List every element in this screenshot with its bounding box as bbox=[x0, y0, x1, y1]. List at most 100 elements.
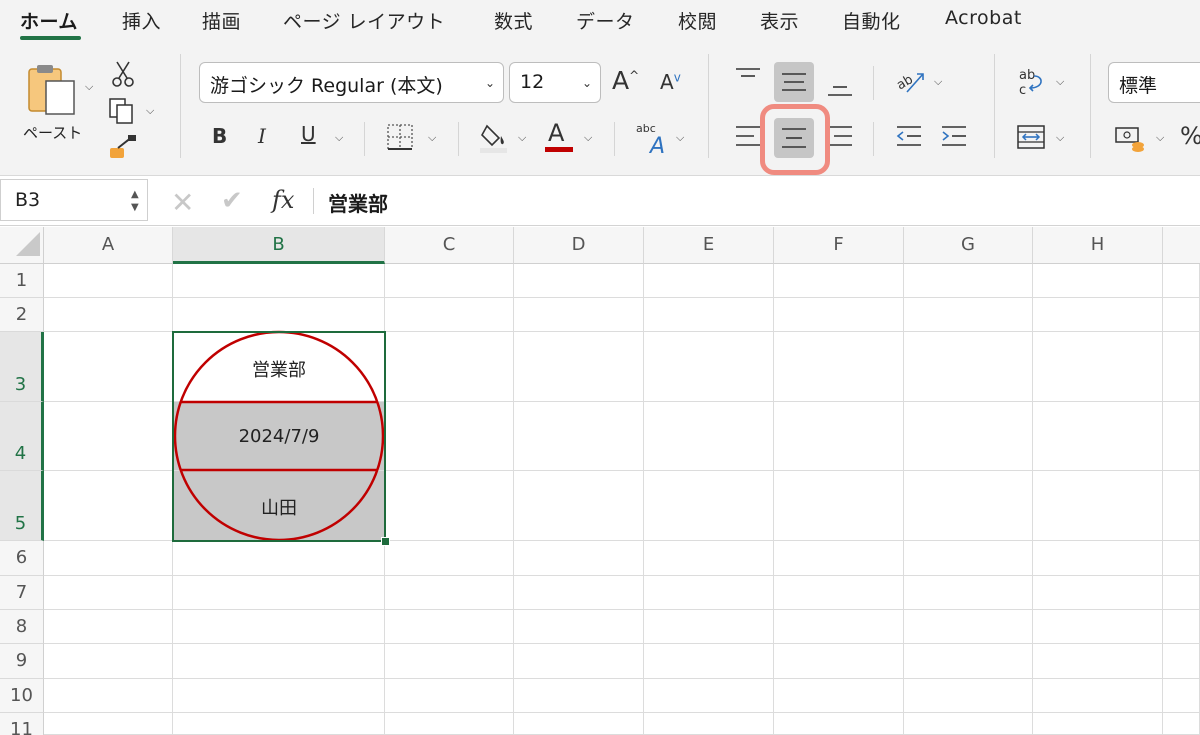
cell[interactable] bbox=[173, 679, 385, 713]
cell[interactable] bbox=[1033, 679, 1163, 713]
cell[interactable] bbox=[1033, 332, 1163, 402]
copy-chevron-down-icon[interactable]: ⌵ bbox=[146, 104, 154, 118]
row-header-6[interactable]: 6 bbox=[0, 541, 44, 576]
cell[interactable] bbox=[514, 298, 644, 332]
cell[interactable] bbox=[1163, 541, 1200, 576]
cell[interactable] bbox=[644, 679, 774, 713]
fill-color-icon[interactable] bbox=[479, 120, 509, 154]
column-header-i[interactable] bbox=[1163, 227, 1200, 264]
accounting-chevron-down-icon[interactable]: ⌵ bbox=[1156, 131, 1164, 145]
cell[interactable] bbox=[1163, 332, 1200, 402]
column-header-d[interactable]: D bbox=[514, 227, 644, 264]
merge-chevron-down-icon[interactable]: ⌵ bbox=[1056, 131, 1064, 145]
cell[interactable] bbox=[904, 541, 1033, 576]
cell[interactable] bbox=[44, 264, 173, 298]
column-header-a[interactable]: A bbox=[44, 227, 173, 264]
cell[interactable] bbox=[774, 644, 904, 679]
row-header-10[interactable]: 10 bbox=[0, 679, 44, 713]
cell[interactable] bbox=[644, 471, 774, 541]
cell[interactable] bbox=[514, 713, 644, 735]
cell[interactable] bbox=[44, 576, 173, 610]
cell[interactable] bbox=[774, 576, 904, 610]
cell[interactable] bbox=[1033, 298, 1163, 332]
align-top-icon[interactable] bbox=[734, 66, 762, 96]
tab-data[interactable]: データ bbox=[576, 7, 635, 34]
column-header-f[interactable]: F bbox=[774, 227, 904, 264]
cell[interactable] bbox=[514, 644, 644, 679]
cell[interactable] bbox=[904, 713, 1033, 735]
tab-automate[interactable]: 自動化 bbox=[842, 7, 901, 34]
paste-chevron-down-icon[interactable]: ⌵ bbox=[85, 80, 93, 94]
cell[interactable] bbox=[904, 679, 1033, 713]
borders-icon[interactable] bbox=[386, 123, 414, 151]
cell[interactable] bbox=[44, 471, 173, 541]
cell[interactable] bbox=[44, 541, 173, 576]
align-left-icon[interactable] bbox=[734, 124, 762, 150]
cell[interactable] bbox=[44, 332, 173, 402]
font-name-chevron-down-icon[interactable]: ⌄ bbox=[485, 76, 495, 90]
cell[interactable] bbox=[904, 576, 1033, 610]
cell[interactable] bbox=[644, 644, 774, 679]
paste-label[interactable]: ペースト bbox=[23, 122, 82, 143]
cell[interactable] bbox=[514, 264, 644, 298]
cell[interactable] bbox=[385, 471, 514, 541]
cell[interactable] bbox=[1163, 610, 1200, 644]
number-format-combo[interactable]: 標準 bbox=[1108, 62, 1200, 103]
cell[interactable] bbox=[385, 298, 514, 332]
cell[interactable] bbox=[385, 541, 514, 576]
cell[interactable] bbox=[385, 644, 514, 679]
cell[interactable] bbox=[644, 610, 774, 644]
cell[interactable] bbox=[774, 679, 904, 713]
cell[interactable] bbox=[644, 402, 774, 471]
cell[interactable] bbox=[1163, 471, 1200, 541]
merge-center-icon[interactable] bbox=[1016, 124, 1046, 150]
tab-insert[interactable]: 挿入 bbox=[122, 7, 161, 34]
fill-handle[interactable] bbox=[381, 537, 390, 546]
cell[interactable] bbox=[1163, 264, 1200, 298]
cell[interactable] bbox=[644, 264, 774, 298]
cell[interactable] bbox=[774, 402, 904, 471]
tab-draw[interactable]: 描画 bbox=[202, 7, 241, 34]
cell[interactable] bbox=[173, 713, 385, 735]
confirm-edit-icon[interactable]: ✔ bbox=[221, 186, 243, 216]
cell[interactable] bbox=[1033, 610, 1163, 644]
cell[interactable] bbox=[385, 679, 514, 713]
cell[interactable] bbox=[774, 471, 904, 541]
align-bottom-icon[interactable] bbox=[826, 76, 854, 100]
cell[interactable] bbox=[644, 298, 774, 332]
cell[interactable] bbox=[1033, 644, 1163, 679]
cell[interactable] bbox=[1163, 713, 1200, 735]
font-color-chevron-down-icon[interactable]: ⌵ bbox=[584, 131, 592, 145]
tab-formulas[interactable]: 数式 bbox=[494, 7, 533, 34]
cell[interactable] bbox=[385, 576, 514, 610]
grow-font-button[interactable]: A^ bbox=[612, 66, 639, 95]
cell[interactable] bbox=[904, 264, 1033, 298]
cell[interactable] bbox=[774, 332, 904, 402]
cell[interactable] bbox=[514, 332, 644, 402]
cell[interactable] bbox=[1163, 298, 1200, 332]
cell[interactable] bbox=[1033, 576, 1163, 610]
cell[interactable] bbox=[644, 541, 774, 576]
percent-style-button[interactable]: % bbox=[1180, 122, 1200, 150]
tab-home[interactable]: ホーム bbox=[20, 7, 78, 34]
font-name-combo[interactable]: 游ゴシック Regular (本文) ⌄ bbox=[199, 62, 504, 103]
cell[interactable] bbox=[385, 264, 514, 298]
cell[interactable] bbox=[173, 576, 385, 610]
cell[interactable] bbox=[514, 471, 644, 541]
cancel-edit-icon[interactable]: ✕ bbox=[171, 186, 194, 219]
cell[interactable] bbox=[904, 332, 1033, 402]
orientation-icon[interactable]: ab bbox=[895, 66, 927, 96]
cell[interactable] bbox=[774, 610, 904, 644]
cell[interactable] bbox=[173, 264, 385, 298]
cell[interactable] bbox=[1163, 644, 1200, 679]
tab-page-layout[interactable]: ページ レイアウト bbox=[283, 7, 445, 34]
column-header-g[interactable]: G bbox=[904, 227, 1033, 264]
cell[interactable] bbox=[44, 644, 173, 679]
orientation-chevron-down-icon[interactable]: ⌵ bbox=[934, 75, 942, 89]
formula-input[interactable]: 営業部 bbox=[328, 188, 388, 217]
underline-chevron-down-icon[interactable]: ⌵ bbox=[335, 131, 343, 145]
accounting-format-icon[interactable] bbox=[1114, 124, 1146, 152]
decrease-indent-icon[interactable] bbox=[895, 124, 923, 150]
cell[interactable] bbox=[774, 713, 904, 735]
cell[interactable] bbox=[173, 298, 385, 332]
